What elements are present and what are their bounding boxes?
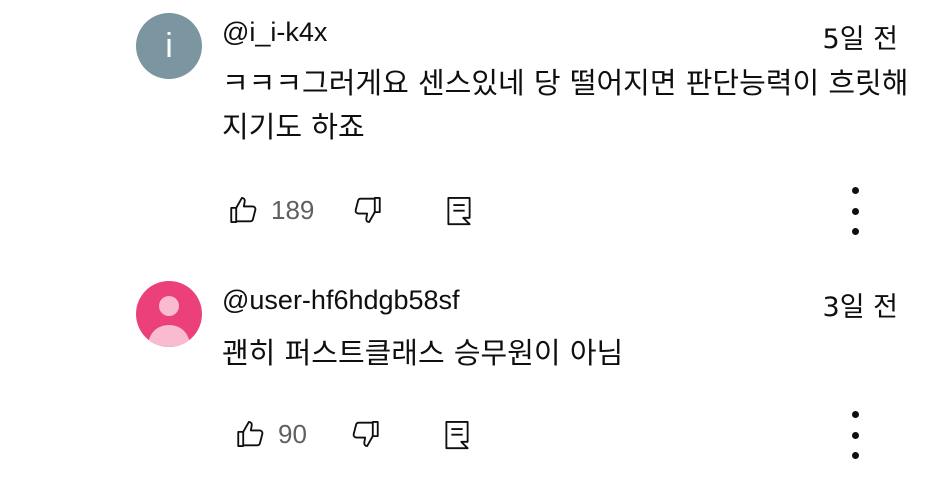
like-count: 189 <box>271 194 315 225</box>
more-vertical-icon <box>851 411 859 418</box>
thumbs-down-icon <box>350 193 384 227</box>
avatar[interactable] <box>136 281 202 347</box>
like-button[interactable]: 90 <box>234 417 307 451</box>
like-count: 90 <box>278 418 307 449</box>
default-user-icon <box>136 281 202 347</box>
thumbs-up-icon <box>227 193 261 227</box>
avatar[interactable]: i <box>136 13 202 79</box>
comment-timestamp[interactable]: 5일 전 <box>823 17 898 56</box>
comment-author-handle[interactable]: @i_i-k4x <box>222 17 327 48</box>
dislike-button[interactable] <box>348 417 382 451</box>
like-button[interactable]: 189 <box>227 193 314 227</box>
reply-button[interactable] <box>440 417 474 451</box>
comment-actions: 90 <box>222 414 474 454</box>
comment-item: i @i_i-k4x 5일 전 ㅋㅋㅋ그러게요 센스있네 당 떨어지면 판단능력… <box>0 0 940 250</box>
thumbs-up-icon <box>234 417 268 451</box>
more-vertical-icon <box>851 187 859 194</box>
comment-menu-button[interactable] <box>840 187 870 235</box>
comment-text: 괜히 퍼스트클래스 승무원이 아님 <box>222 336 624 370</box>
comment-author-handle[interactable]: @user-hf6hdgb58sf <box>222 285 460 316</box>
comment-actions: 189 <box>222 190 476 230</box>
avatar-letter: i <box>165 26 173 65</box>
thumbs-down-icon <box>348 417 382 451</box>
comment-text: ㅋㅋㅋ그러게요 센스있네 당 떨어지면 판단능력이 흐릿해지기도 하죠 <box>222 66 909 144</box>
reply-button[interactable] <box>442 193 476 227</box>
reply-icon <box>440 417 474 451</box>
comment-timestamp[interactable]: 3일 전 <box>823 285 898 324</box>
reply-icon <box>442 193 476 227</box>
dislike-button[interactable] <box>350 193 384 227</box>
comment-item: @user-hf6hdgb58sf 3일 전 괜히 퍼스트클래스 승무원이 아님… <box>0 270 940 479</box>
comment-menu-button[interactable] <box>840 411 870 459</box>
